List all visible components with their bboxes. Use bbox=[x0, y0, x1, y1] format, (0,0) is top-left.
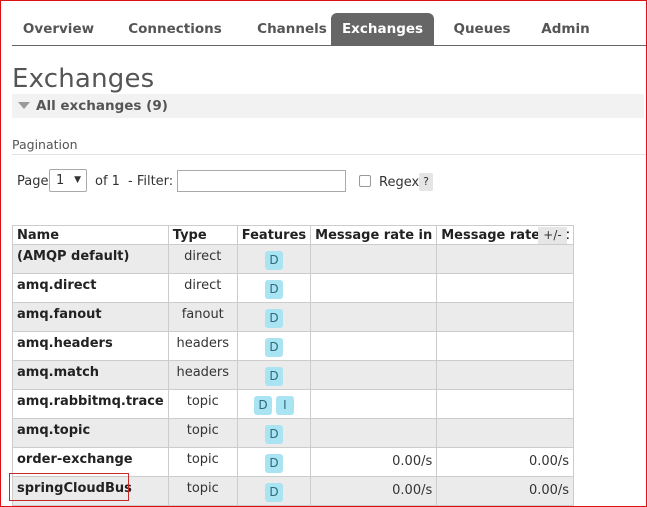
feature-badge: D bbox=[264, 280, 283, 299]
exchange-features: D bbox=[236, 476, 312, 506]
exchange-features: D bbox=[236, 418, 312, 448]
column-header-features[interactable]: Features bbox=[236, 225, 312, 245]
table-row[interactable]: springCloudBus topic D 0.00/s 0.00/s bbox=[12, 476, 575, 506]
column-header-name[interactable]: Name bbox=[12, 225, 169, 245]
message-rate-out bbox=[436, 302, 575, 332]
exchange-name-link[interactable]: amq.headers bbox=[12, 331, 169, 361]
exchange-features: D bbox=[236, 302, 312, 332]
message-rate-out bbox=[436, 273, 575, 303]
exchange-features: DI bbox=[236, 389, 312, 419]
message-rate-out bbox=[436, 244, 575, 274]
message-rate-in bbox=[310, 389, 438, 419]
column-header-type[interactable]: Type bbox=[167, 225, 238, 245]
message-rate-out bbox=[436, 331, 575, 361]
message-rate-in bbox=[310, 331, 438, 361]
tab-overview[interactable]: Overview bbox=[12, 13, 105, 45]
exchange-features: D bbox=[236, 360, 312, 390]
regex-label: Regex bbox=[379, 175, 420, 190]
message-rate-in: 0.00/s bbox=[310, 476, 438, 506]
feature-badge: I bbox=[275, 396, 294, 415]
exchange-type: direct bbox=[167, 244, 238, 274]
exchange-type: topic bbox=[167, 476, 238, 506]
feature-badge: D bbox=[264, 367, 283, 386]
page-select-value: 1 bbox=[56, 173, 65, 188]
column-toggle-button[interactable]: +/- bbox=[538, 227, 567, 244]
message-rate-in bbox=[310, 273, 438, 303]
message-rate-in bbox=[310, 302, 438, 332]
exchange-name-link[interactable]: amq.fanout bbox=[12, 302, 169, 332]
feature-badge: D bbox=[264, 454, 283, 473]
tab-connections[interactable]: Connections bbox=[115, 13, 235, 45]
page-label: Page bbox=[17, 174, 49, 189]
exchange-type: headers bbox=[167, 331, 238, 361]
message-rate-in: 0.00/s bbox=[310, 447, 438, 477]
table-row[interactable]: amq.match headers D bbox=[12, 360, 575, 390]
section-title: All exchanges (9) bbox=[36, 98, 168, 114]
feature-badge: D bbox=[264, 309, 283, 328]
table-row[interactable]: order-exchange topic D 0.00/s 0.00/s bbox=[12, 447, 575, 477]
message-rate-out: 0.00/s bbox=[436, 447, 575, 477]
tab-admin[interactable]: Admin bbox=[529, 13, 602, 45]
exchange-type: topic bbox=[167, 389, 238, 419]
exchange-features: D bbox=[236, 331, 312, 361]
tab-queues[interactable]: Queues bbox=[444, 13, 520, 45]
regex-checkbox[interactable] bbox=[359, 175, 371, 187]
table-row[interactable]: amq.rabbitmq.trace topic D I bbox=[12, 389, 575, 419]
table-row[interactable]: amq.direct direct D bbox=[12, 273, 575, 303]
regex-help-button[interactable]: ? bbox=[419, 173, 433, 191]
app-frame: Overview Connections Channels Exchanges … bbox=[0, 0, 647, 507]
exchange-type: topic bbox=[167, 447, 238, 477]
message-rate-out: 0.00/s bbox=[436, 476, 575, 506]
feature-badge: D bbox=[264, 483, 283, 502]
exchange-name-link[interactable]: amq.rabbitmq.trace bbox=[12, 389, 169, 419]
message-rate-in bbox=[310, 244, 438, 274]
exchange-name-link[interactable]: springCloudBus bbox=[12, 476, 169, 506]
divider bbox=[12, 154, 646, 155]
message-rate-out bbox=[436, 418, 575, 448]
all-exchanges-toggle[interactable]: All exchanges (9) bbox=[12, 94, 644, 118]
table-row[interactable]: amq.topic topic D bbox=[12, 418, 575, 448]
column-header-rate-in[interactable]: Message rate in bbox=[310, 225, 438, 245]
page-count-label: of 1 bbox=[95, 174, 120, 189]
pagination-label: Pagination bbox=[12, 137, 78, 152]
message-rate-in bbox=[310, 360, 438, 390]
filter-label: - Filter: bbox=[128, 174, 174, 189]
message-rate-in bbox=[310, 418, 438, 448]
filter-input[interactable] bbox=[177, 170, 346, 192]
feature-badge: D bbox=[264, 338, 283, 357]
exchange-type: topic bbox=[167, 418, 238, 448]
feature-badge: D bbox=[264, 425, 283, 444]
exchange-name-link[interactable]: amq.topic bbox=[12, 418, 169, 448]
table-row[interactable]: (AMQP default) direct D bbox=[12, 244, 575, 274]
exchanges-table: Name Type Features Message rate in Messa… bbox=[12, 225, 575, 506]
message-rate-out bbox=[436, 389, 575, 419]
exchange-type: direct bbox=[167, 273, 238, 303]
collapse-triangle-icon bbox=[18, 102, 30, 109]
table-row[interactable]: amq.headers headers D bbox=[12, 331, 575, 361]
dropdown-arrow-icon: ▼ bbox=[74, 175, 81, 185]
feature-badge: D bbox=[253, 396, 272, 415]
feature-badge: D bbox=[264, 251, 283, 270]
table-row[interactable]: amq.fanout fanout D bbox=[12, 302, 575, 332]
exchange-features: D bbox=[236, 273, 312, 303]
exchange-name-link[interactable]: order-exchange bbox=[12, 447, 169, 477]
exchange-type: fanout bbox=[167, 302, 238, 332]
page-title: Exchanges bbox=[12, 64, 155, 94]
main-nav: Overview Connections Channels Exchanges … bbox=[12, 13, 646, 46]
tab-exchanges[interactable]: Exchanges bbox=[331, 13, 434, 45]
exchange-features: D bbox=[236, 244, 312, 274]
exchange-name-link[interactable]: amq.match bbox=[12, 360, 169, 390]
table-header-row: Name Type Features Message rate in Messa… bbox=[12, 225, 575, 245]
exchange-features: D bbox=[236, 447, 312, 477]
page-select[interactable]: 1 ▼ bbox=[49, 169, 87, 192]
exchange-type: headers bbox=[167, 360, 238, 390]
exchange-name-link[interactable]: (AMQP default) bbox=[12, 244, 169, 274]
exchange-name-link[interactable]: amq.direct bbox=[12, 273, 169, 303]
message-rate-out bbox=[436, 360, 575, 390]
